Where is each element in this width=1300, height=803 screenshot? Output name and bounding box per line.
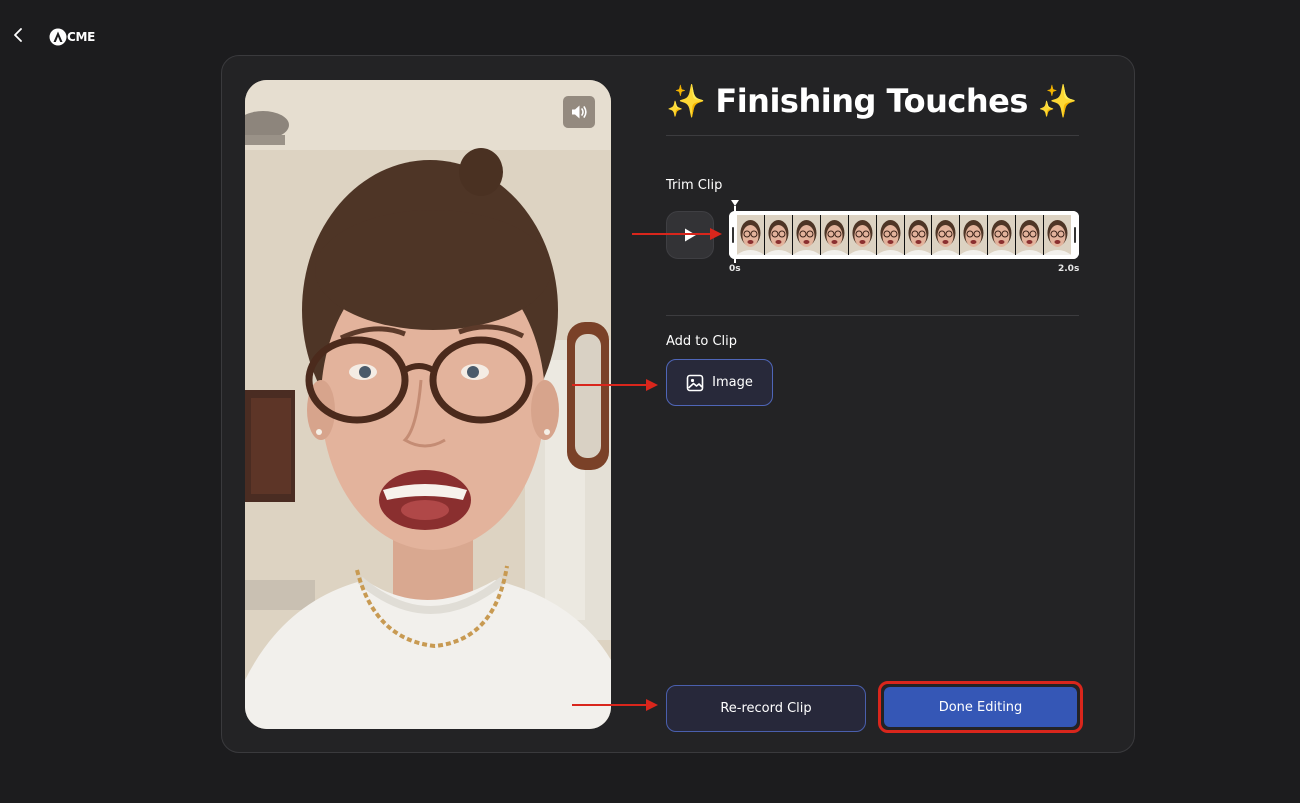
trim-clip-label: Trim Clip — [666, 178, 723, 193]
trim-end-handle[interactable] — [1071, 211, 1079, 259]
trim-end-time: 2.0s — [1058, 264, 1080, 274]
filmstrip-frames — [737, 215, 1072, 255]
page-title: ✨ Finishing Touches ✨ — [666, 80, 1078, 122]
trim-filmstrip[interactable] — [729, 211, 1079, 259]
filmstrip-frame — [1016, 215, 1044, 255]
rerecord-clip-label: Re-record Clip — [720, 701, 812, 716]
filmstrip-frame — [1044, 215, 1072, 255]
annotation-arrow-icon — [632, 228, 722, 240]
filmstrip-frame — [960, 215, 988, 255]
filmstrip-frame — [932, 215, 960, 255]
page-title-text: Finishing Touches — [715, 82, 1028, 120]
section-divider — [666, 315, 1079, 316]
acme-logo[interactable]: CME — [49, 28, 95, 46]
speaker-volume-icon — [572, 105, 587, 119]
annotation-arrow-icon — [572, 699, 658, 711]
done-editing-button[interactable]: Done Editing — [884, 687, 1077, 727]
annotation-arrow-icon — [572, 379, 658, 391]
chevron-left-icon — [14, 28, 22, 42]
add-image-button-label: Image — [712, 375, 753, 390]
trim-start-time: 0s — [729, 264, 741, 274]
filmstrip-frame — [876, 215, 904, 255]
done-editing-highlight: Done Editing — [878, 681, 1083, 733]
mute-toggle-button[interactable] — [563, 96, 595, 128]
filmstrip-frame — [764, 215, 792, 255]
filmstrip-frame — [737, 215, 764, 255]
playhead-line — [734, 206, 736, 263]
filmstrip-frame — [904, 215, 932, 255]
add-to-clip-label: Add to Clip — [666, 334, 738, 349]
done-editing-label: Done Editing — [938, 699, 1023, 715]
image-icon — [686, 374, 704, 391]
sparkles-icon: ✨ — [1037, 82, 1078, 120]
filmstrip-frame — [792, 215, 820, 255]
filmstrip-frame — [848, 215, 876, 255]
video-frame-image — [245, 80, 611, 729]
logo-text: CME — [67, 30, 96, 44]
video-preview[interactable] — [245, 80, 611, 729]
sparkles-icon: ✨ — [666, 82, 706, 120]
filmstrip-frame — [988, 215, 1016, 255]
rerecord-clip-button[interactable]: Re-record Clip — [666, 685, 866, 732]
back-button[interactable] — [9, 26, 27, 44]
filmstrip-frame — [820, 215, 848, 255]
title-divider — [666, 135, 1079, 136]
add-image-button[interactable]: Image — [666, 359, 773, 406]
acme-a-logo-icon — [49, 28, 67, 46]
